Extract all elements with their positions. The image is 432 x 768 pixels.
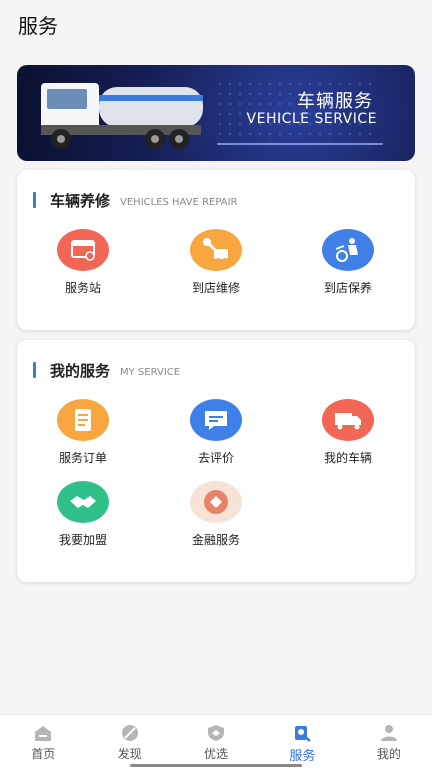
tab-home[interactable]: 首页 [0,715,86,768]
handshake-icon [57,481,109,523]
section-subtitle: MY SERVICE [120,366,181,378]
go-review-button[interactable]: 去评价 [166,399,266,466]
tab-label: 发现 [117,747,142,761]
section-accent-bar [33,192,36,208]
store-maintenance-button[interactable]: 到店保养 [298,229,398,296]
tab-label: 我的 [376,747,401,761]
store-repair-label: 到店维修 [191,281,240,295]
order-icon [57,399,109,441]
shield-icon [208,725,225,741]
vehicle-service-banner[interactable]: 车辆服务 VEHICLE SERVICE [17,65,415,161]
finance-icon [190,481,242,523]
comment-icon [190,399,242,441]
section-subtitle: VEHICLES HAVE REPAIR [120,196,238,208]
service-station-button[interactable]: 服务站 [33,229,133,296]
finance-service-button[interactable]: 金融服务 [166,481,266,548]
banner-title-en: VEHICLE SERVICE [246,111,377,127]
banner-title-cn: 车辆服务 [297,91,373,112]
service-station-label: 服务站 [64,281,101,295]
my-vehicle-button[interactable]: 我的车辆 [298,399,398,466]
service-station-icon [57,229,109,271]
tab-mine[interactable]: 我的 [346,715,432,768]
section-title: 车辆养修 [50,191,111,210]
tab-label: 服务 [289,749,316,764]
service-icon [295,726,312,742]
discover-icon [121,725,138,741]
truck-icon [322,399,374,441]
service-order-label: 服务订单 [58,451,107,465]
home-icon [35,726,52,741]
home-indicator [130,764,302,767]
go-review-label: 去评价 [197,451,234,465]
banner-truck-image [41,83,203,149]
my-service-card: 我的服务 MY SERVICE 服务订单 去评价 我的车辆 我要加盟 金融服务 [17,340,415,582]
section-accent-bar [33,362,36,378]
maintenance-icon [322,229,374,271]
join-franchise-label: 我要加盟 [58,533,107,547]
my-vehicle-label: 我的车辆 [323,451,372,465]
tab-featured[interactable]: 优选 [173,715,259,768]
store-maintenance-label: 到店保养 [323,281,372,295]
tab-service[interactable]: 服务 [259,715,345,768]
join-franchise-button[interactable]: 我要加盟 [33,481,133,548]
page-title: 服务 [18,14,58,38]
service-order-button[interactable]: 服务订单 [33,399,133,466]
banner-divider [217,143,383,145]
wrench-repair-icon [190,229,242,271]
user-icon [380,725,397,741]
tab-label: 优选 [204,747,229,761]
tab-discover[interactable]: 发现 [86,715,172,768]
store-repair-button[interactable]: 到店维修 [166,229,266,296]
finance-service-label: 金融服务 [191,533,240,547]
section-title: 我的服务 [50,361,111,380]
tab-label: 首页 [31,747,56,761]
vehicle-repair-card: 车辆养修 VEHICLES HAVE REPAIR 服务站 到店维修 到店保养 [17,170,415,330]
bottom-tab-bar: 首页 发现 优选 服务 我的 [0,714,432,768]
